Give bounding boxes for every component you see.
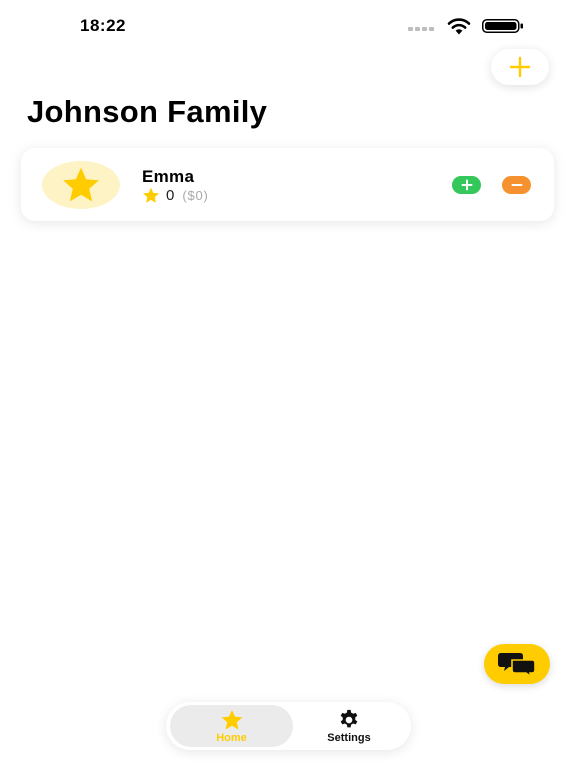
chat-button[interactable]: [484, 644, 550, 684]
battery-icon: [482, 19, 523, 33]
page-title: Johnson Family: [27, 94, 268, 129]
add-button[interactable]: [491, 49, 549, 85]
chat-bubbles-icon: [498, 653, 536, 677]
tab-home[interactable]: Home: [170, 705, 293, 747]
minus-icon: [511, 184, 522, 186]
status-time: 18:22: [80, 16, 126, 35]
remove-points-button[interactable]: [502, 176, 531, 194]
tab-settings-label: Settings: [327, 731, 371, 744]
plus-icon: [509, 56, 531, 78]
tab-bar: Home Settings: [166, 702, 411, 750]
member-card[interactable]: Emma 0 ($0): [21, 148, 554, 221]
member-money: ($0): [182, 188, 209, 203]
plus-icon: [461, 179, 472, 191]
member-avatar: [42, 161, 120, 209]
tab-settings[interactable]: Settings: [287, 705, 411, 747]
wifi-icon: [447, 18, 471, 35]
member-points: 0: [166, 187, 175, 204]
gear-icon: [340, 709, 358, 727]
star-icon: [63, 167, 99, 202]
status-bar: 18:22: [0, 0, 576, 50]
star-icon: [221, 709, 242, 729]
cellular-signal-icon: [408, 27, 434, 31]
tab-home-label: Home: [216, 731, 247, 744]
add-points-button[interactable]: [452, 176, 481, 194]
member-points-row: 0 ($0): [142, 187, 209, 204]
star-icon: [143, 187, 159, 203]
member-name: Emma: [142, 167, 195, 186]
